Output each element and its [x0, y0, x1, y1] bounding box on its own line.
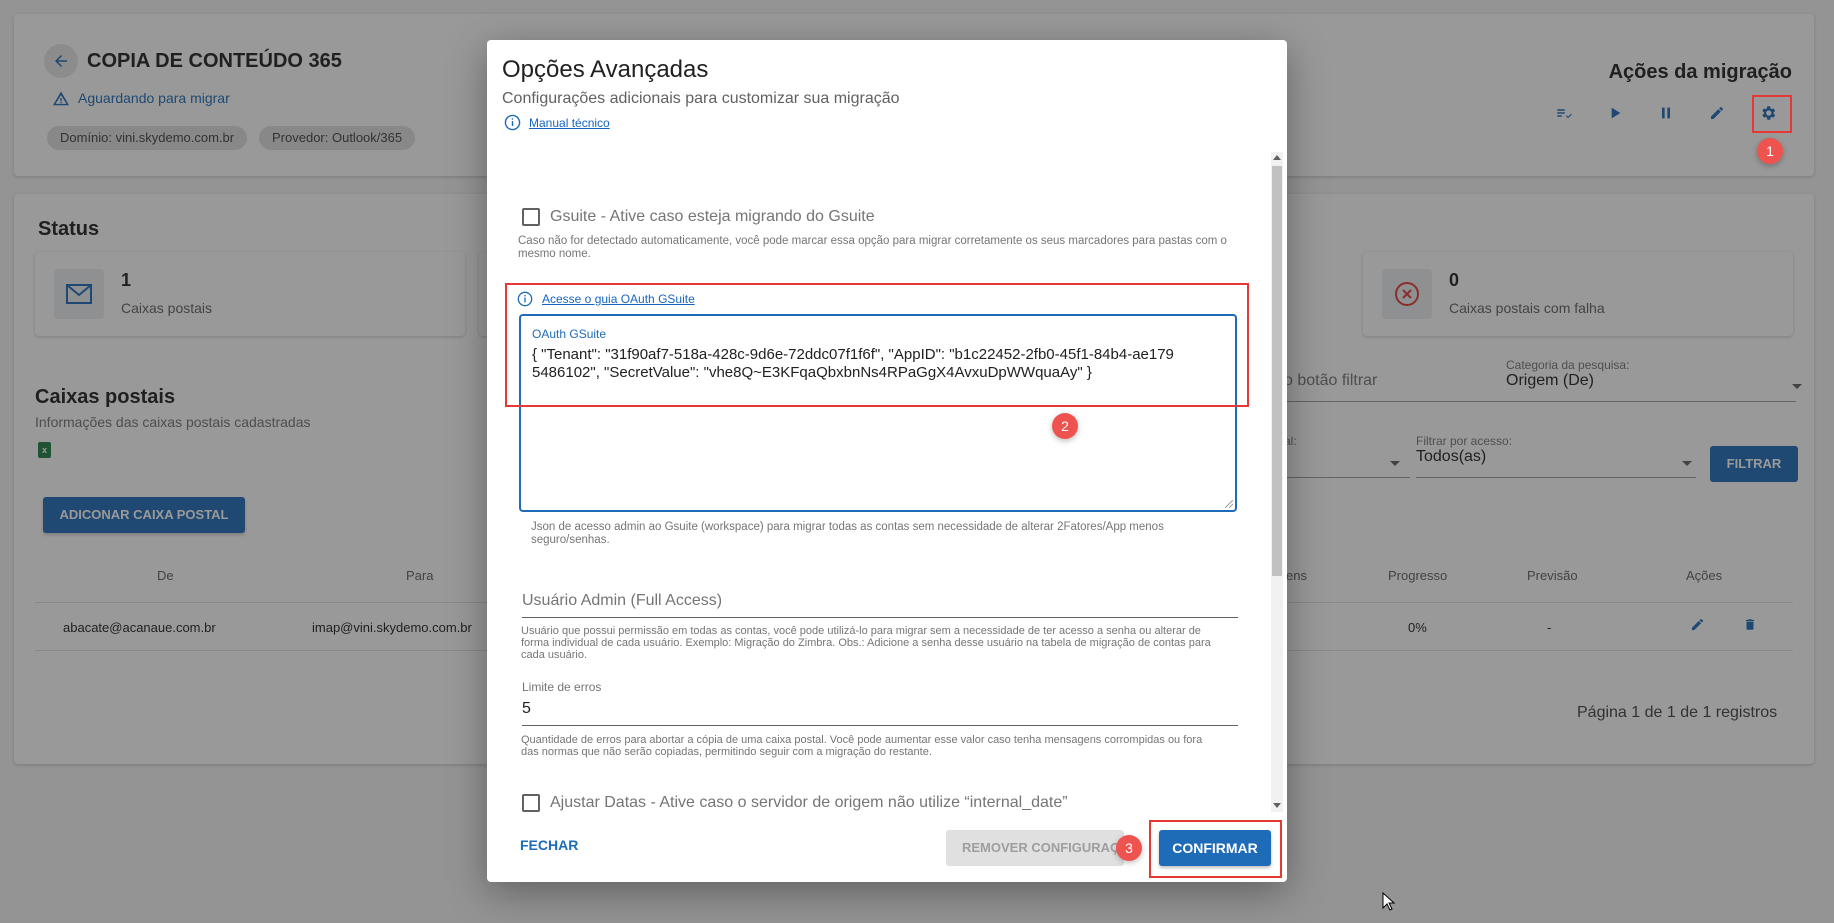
mouse-cursor-icon: [1382, 892, 1396, 911]
annotation-box-confirm: [1149, 820, 1282, 878]
scroll-up-arrow[interactable]: [1273, 155, 1281, 160]
close-button[interactable]: FECHAR: [520, 837, 578, 853]
manual-link[interactable]: Manual técnico: [529, 116, 610, 130]
dialog-title: Opções Avançadas: [502, 56, 709, 83]
admin-user-placeholder: Usuário Admin (Full Access): [522, 592, 723, 609]
adjust-dates-label: Ajustar Datas - Ative caso o servidor de…: [550, 794, 1068, 811]
error-limit-input[interactable]: 5: [522, 696, 1238, 726]
annotation-box-oauth: [505, 283, 1249, 407]
info-icon: [504, 114, 521, 131]
admin-user-hint: Usuário que possui permissão em todas as…: [521, 625, 1211, 661]
scrollbar-thumb[interactable]: [1272, 166, 1282, 576]
gsuite-checkbox[interactable]: [522, 208, 540, 226]
dialog-subtitle: Configurações adicionais para customizar…: [502, 90, 900, 107]
adjust-dates-row: Ajustar Datas - Ative caso o servidor de…: [487, 792, 1271, 812]
remove-config-button[interactable]: REMOVER CONFIGURAÇ: [946, 830, 1124, 866]
oauth-hint: Json de acesso admin ao Gsuite (workspac…: [531, 521, 1164, 546]
gsuite-checkbox-label: Gsuite - Ative caso esteja migrando do G…: [550, 208, 875, 225]
manual-link-row: Manual técnico: [504, 114, 610, 131]
advanced-options-dialog: Opções Avançadas Configurações adicionai…: [487, 40, 1287, 882]
error-limit-label: Limite de erros: [522, 680, 602, 694]
scroll-down-arrow[interactable]: [1273, 803, 1281, 808]
adjust-dates-checkbox[interactable]: [522, 794, 540, 812]
annotation-badge-3: 3: [1116, 835, 1142, 861]
annotation-box-gear: [1752, 95, 1792, 133]
annotation-badge-1: 1: [1757, 138, 1783, 164]
admin-user-input[interactable]: Usuário Admin (Full Access): [522, 586, 1238, 618]
scrollbar-track[interactable]: [1271, 152, 1283, 812]
annotation-badge-2: 2: [1052, 413, 1078, 439]
error-limit-value: 5: [522, 700, 531, 717]
error-limit-hint: Quantidade de erros para abortar a cópia…: [521, 734, 1203, 758]
resize-handle-icon[interactable]: [1225, 500, 1233, 508]
gsuite-hint: Caso não for detectado automaticamente, …: [518, 235, 1227, 260]
